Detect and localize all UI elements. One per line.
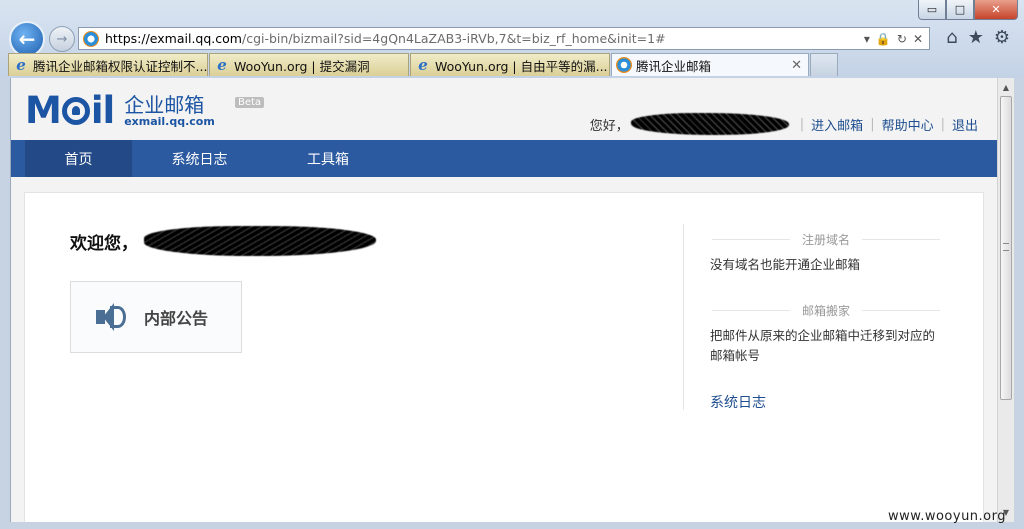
internal-notice-button[interactable]: 内部公告 [70, 281, 242, 353]
qq-mail-icon [616, 57, 632, 73]
dropdown-icon[interactable]: ▾ [864, 32, 870, 46]
settings-gear-icon[interactable]: ⚙ [994, 27, 1010, 48]
register-domain-section: 注册域名 没有域名也能开通企业邮箱 [710, 231, 942, 275]
logo-domain: exmail.qq.com [124, 114, 215, 128]
tab-label: WooYun.org | 提交漏洞 [234, 58, 370, 74]
back-button[interactable]: ← [9, 21, 45, 57]
refresh-icon[interactable]: ↻ [897, 32, 907, 46]
browser-chrome: ▭ □ ✕ ← → https://exmail.qq.com/cgi-bin/… [0, 0, 1024, 78]
watermark: www.wooyun.org [888, 509, 1007, 524]
tab-1[interactable]: e 腾讯企业邮箱权限认证控制不... [8, 53, 208, 76]
beta-badge: Beta [235, 97, 265, 108]
help-center-link[interactable]: 帮助中心 [882, 115, 934, 134]
site-favicon-icon [83, 30, 99, 47]
section-title: 注册域名 [710, 231, 942, 247]
section-title: 邮箱搬家 [710, 302, 942, 318]
vertical-scrollbar[interactable]: ▲ ▼ [997, 78, 1014, 522]
nav-toolbox[interactable]: 工具箱 [267, 140, 389, 177]
close-window-button[interactable]: ✕ [974, 0, 1018, 20]
section-text[interactable]: 没有域名也能开通企业邮箱 [710, 255, 942, 275]
tab-2[interactable]: e WooYun.org | 提交漏洞 [209, 53, 409, 76]
tab-strip: e 腾讯企业邮箱权限认证控制不... e WooYun.org | 提交漏洞 e… [8, 53, 838, 76]
address-bar-tools: ▾ 🔒 ↻ ✕ [864, 32, 929, 46]
ie-icon: e [217, 56, 227, 74]
tab-close-icon[interactable]: ✕ [791, 58, 802, 73]
enter-mailbox-link[interactable]: 进入邮箱 [811, 115, 863, 134]
lock-icon[interactable]: 🔒 [876, 32, 891, 46]
main-nav: 首页 系统日志 工具箱 [11, 140, 997, 177]
content-card: 欢迎您， 内部公告 注册域名 没有域名也能开通企业邮箱 邮箱搬家 把邮件从原来的… [24, 192, 984, 522]
system-log-link[interactable]: 系统日志 [710, 392, 766, 412]
tab-label: 腾讯企业邮箱权限认证控制不... [33, 58, 208, 74]
greeting-label: 您好， [589, 118, 629, 134]
welcome-label: 欢迎您， [70, 233, 138, 254]
page-viewport: Mil 企业邮箱 exmail.qq.com Beta 您好， | 进入邮箱 |… [10, 78, 997, 522]
window-frame-bottom [0, 522, 1024, 529]
tab-4-active[interactable]: 腾讯企业邮箱 ✕ [611, 53, 809, 76]
minimize-button[interactable]: ▭ [918, 0, 946, 20]
ie-icon: e [16, 56, 26, 74]
new-tab-button[interactable] [810, 53, 838, 76]
logo-subtitle: 企业邮箱 exmail.qq.com [124, 94, 215, 128]
tab-label: 腾讯企业邮箱 [636, 58, 712, 74]
mail-header: Mil 企业邮箱 exmail.qq.com Beta 您好， | 进入邮箱 |… [11, 78, 997, 140]
mailbox-migration-section: 邮箱搬家 把邮件从原来的企业邮箱中迁移到对应的邮箱帐号 [710, 302, 942, 366]
section-text[interactable]: 把邮件从原来的企业邮箱中迁移到对应的邮箱帐号 [710, 326, 942, 366]
ie-icon: e [418, 56, 428, 74]
scroll-up-icon[interactable]: ▲ [998, 79, 1014, 95]
window-controls: ▭ □ ✕ [918, 0, 1018, 20]
address-bar[interactable]: https://exmail.qq.com/cgi-bin/bizmail?si… [78, 27, 930, 50]
favorites-star-icon[interactable]: ★ [968, 27, 984, 48]
arrow-left-icon: ← [18, 27, 36, 51]
arrow-right-icon: → [56, 31, 68, 47]
tab-label: WooYun.org | 自由平等的漏... [435, 58, 608, 74]
logout-link[interactable]: 退出 [952, 115, 978, 134]
speaker-icon [96, 301, 128, 333]
url-path: /cgi-bin/bizmail?sid=4gQn4LaZAB3-iRVb,7&… [241, 31, 666, 46]
window-frame [1014, 78, 1024, 529]
nav-home[interactable]: 首页 [25, 140, 132, 177]
browser-toolbar: ⌂ ★ ⚙ [946, 27, 1010, 48]
maximize-button[interactable]: □ [946, 0, 974, 20]
scrollbar-thumb[interactable] [1000, 96, 1012, 400]
internal-notice-label: 内部公告 [144, 309, 209, 328]
redacted-username [630, 113, 789, 135]
nav-system-log[interactable]: 系统日志 [132, 140, 267, 177]
logo-product-name: 企业邮箱 [124, 92, 205, 117]
redacted-account-name [144, 226, 376, 256]
stop-icon[interactable]: ✕ [913, 32, 923, 46]
logo-bell-icon [61, 96, 90, 125]
welcome-heading: 欢迎您， [70, 226, 376, 256]
exmail-logo[interactable]: Mil 企业邮箱 exmail.qq.com Beta [25, 89, 265, 132]
logo-wordmark: Mil [25, 89, 115, 132]
user-links: 您好， | 进入邮箱 | 帮助中心 | 退出 [590, 113, 978, 135]
home-icon[interactable]: ⌂ [946, 27, 957, 48]
tab-3[interactable]: e WooYun.org | 自由平等的漏... [410, 53, 610, 76]
vertical-divider [683, 224, 684, 410]
url-host: https://exmail.qq.com [105, 31, 242, 46]
forward-button[interactable]: → [49, 26, 75, 52]
